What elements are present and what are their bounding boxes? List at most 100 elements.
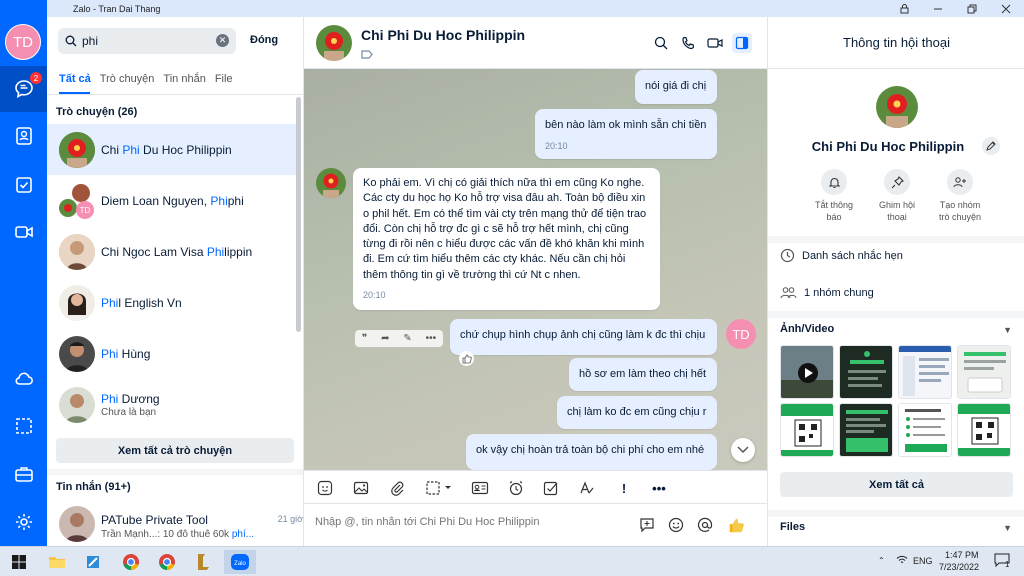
mention-button[interactable] (696, 516, 714, 534)
collapse-media-icon[interactable]: ▼ (1003, 325, 1012, 335)
call-button[interactable] (678, 33, 698, 53)
chrome-button[interactable] (118, 550, 144, 574)
more-tools-button[interactable]: ••• (650, 479, 668, 497)
contact-card-button[interactable] (471, 479, 489, 497)
conversation-item[interactable]: Phi Dương Chưa là bạn (47, 379, 296, 430)
language-indicator[interactable]: ENG (913, 556, 933, 566)
video-call-button[interactable] (705, 33, 725, 53)
chrome-profile-button[interactable] (154, 550, 180, 574)
game-app-button[interactable] (190, 550, 216, 574)
clock-time[interactable]: 1:47 PM (945, 550, 979, 560)
conversation-item[interactable]: Phi Hùng (47, 328, 296, 379)
clear-search-button[interactable]: ✕ (216, 34, 229, 47)
start-button[interactable] (6, 550, 32, 574)
media-section-title[interactable]: Ảnh/Video (780, 323, 834, 335)
message-time: 20:10 (363, 290, 386, 301)
see-all-conversations-button[interactable]: Xem tất cả trò chuyện (56, 438, 294, 463)
urgent-button[interactable]: ! (615, 479, 633, 497)
toggle-info-panel-button[interactable] (732, 33, 752, 53)
search-chat-button[interactable] (651, 33, 671, 53)
text-format-button[interactable] (578, 479, 596, 497)
message-bubble-mine[interactable]: hồ sơ em làm theo chị hết (569, 358, 717, 391)
conversation-item[interactable]: Chi Ngoc Lam Visa Philippin (47, 226, 296, 277)
reminders-row[interactable]: Danh sách nhắc hẹn (780, 248, 903, 263)
tab-messages[interactable]: Tin nhắn (163, 73, 205, 85)
search-input[interactable] (82, 34, 212, 48)
message-bubble-theirs[interactable]: Ko phải em. Vì chị có giải thích nữa thì… (353, 168, 660, 310)
screenshot-nav-button[interactable] (0, 403, 47, 449)
files-section-title[interactable]: Files (780, 521, 805, 533)
my-avatar[interactable]: TD (726, 319, 756, 349)
wifi-icon[interactable] (896, 555, 908, 567)
conversation-item[interactable]: TD Diem Loan Nguyen, Phiphi (47, 175, 296, 226)
collapse-files-icon[interactable]: ▼ (1003, 523, 1012, 533)
close-search-button[interactable]: Đóng (250, 34, 278, 46)
create-group-button[interactable]: Tạo nhóm trò chuyện (930, 169, 990, 223)
chat-title[interactable]: Chi Phi Du Hoc Philippin (361, 27, 525, 43)
conversation-item[interactable]: Chi Phi Du Hoc Philippin (47, 124, 296, 175)
app-button[interactable] (80, 550, 106, 574)
minimize-button[interactable] (921, 0, 955, 17)
tab-conversations[interactable]: Trò chuyện (100, 73, 155, 85)
more-icon[interactable]: ••• (426, 333, 437, 344)
lock-button[interactable] (887, 0, 921, 17)
sticker-button[interactable] (316, 479, 334, 497)
media-thumbnail[interactable] (898, 345, 952, 399)
quick-message-button[interactable] (638, 516, 656, 534)
message-area[interactable]: nói giá đi chị bên nào làm ok mình sẵn c… (304, 69, 767, 470)
emoji-button[interactable] (667, 516, 685, 534)
zalo-taskbar-button[interactable]: Zalo (224, 550, 256, 574)
message-bubble-mine[interactable]: bên nào làm ok mình sẵn chi tiền 20:10 (535, 109, 717, 159)
tab-files[interactable]: File (215, 73, 233, 85)
media-thumbnail[interactable] (839, 403, 893, 457)
message-bubble-mine[interactable]: nói giá đi chị (635, 70, 717, 104)
media-thumbnail[interactable] (839, 345, 893, 399)
settings-nav-button[interactable] (0, 499, 47, 545)
media-thumbnail[interactable] (957, 345, 1011, 399)
see-all-media-button[interactable]: Xem tất cả (780, 472, 1013, 497)
info-avatar[interactable] (876, 86, 918, 128)
mute-notifications-button[interactable]: Tắt thông báo (804, 169, 864, 223)
message-bubble-mine[interactable]: chị làm ko đc em cũng chịu r (557, 396, 717, 429)
quote-icon[interactable]: ❞ (362, 333, 367, 344)
file-explorer-button[interactable] (44, 550, 70, 574)
media-thumbnail[interactable] (780, 403, 834, 457)
message-result-item[interactable]: PATube Private Tool 21 giờ Trần Mạnh...:… (47, 498, 303, 546)
message-bubble-mine[interactable]: ok vậy chị hoàn trả toàn bộ chi phí cho … (466, 434, 717, 470)
forward-icon[interactable]: ➦ (381, 333, 389, 344)
messages-nav-button[interactable]: 2 (0, 66, 47, 112)
cloud-nav-button[interactable] (0, 356, 47, 402)
tab-all[interactable]: Tất cả (59, 73, 91, 85)
common-groups-row[interactable]: 1 nhóm chung (780, 285, 874, 300)
close-window-button[interactable] (989, 0, 1023, 17)
restore-button[interactable] (955, 0, 989, 17)
image-button[interactable] (352, 479, 370, 497)
list-scrollbar[interactable] (296, 97, 301, 332)
media-thumbnail[interactable] (780, 345, 834, 399)
video-nav-button[interactable] (0, 209, 47, 255)
screenshot-button[interactable] (422, 479, 456, 497)
tray-expand-icon[interactable]: ⌃ (878, 556, 885, 565)
message-input[interactable] (315, 516, 635, 528)
scroll-to-bottom-button[interactable] (731, 438, 755, 462)
message-bubble-mine[interactable]: chứ chụp hình chụp ảnh chị cũng làm k đc… (450, 319, 717, 355)
reminder-button[interactable] (507, 479, 525, 497)
like-reaction-icon[interactable] (459, 351, 474, 366)
clock-date[interactable]: 7/23/2022 (939, 562, 979, 572)
chat-avatar[interactable] (316, 25, 352, 61)
attach-file-button[interactable] (388, 479, 406, 497)
todo-nav-button[interactable] (0, 162, 47, 208)
contacts-nav-button[interactable] (0, 113, 47, 159)
user-avatar[interactable]: TD (5, 24, 41, 60)
edit-name-button[interactable] (982, 137, 1000, 155)
media-thumbnail[interactable] (898, 403, 952, 457)
task-button[interactable] (542, 479, 560, 497)
pin-conversation-button[interactable]: Ghim hội thoại (867, 169, 927, 223)
toolbox-nav-button[interactable] (0, 451, 47, 497)
tag-icon[interactable] (361, 48, 373, 62)
send-like-button[interactable] (728, 516, 746, 534)
sender-avatar[interactable] (316, 168, 346, 198)
edit-icon[interactable]: ✎ (403, 333, 411, 344)
conversation-item[interactable]: Phil English Vn (47, 277, 296, 328)
media-thumbnail[interactable] (957, 403, 1011, 457)
